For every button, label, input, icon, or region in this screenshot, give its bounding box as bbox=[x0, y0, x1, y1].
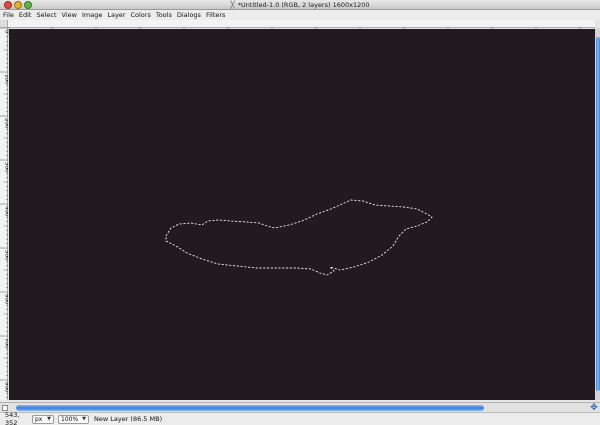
status-message: New Layer (86.5 MB) bbox=[94, 415, 163, 423]
zoom-select[interactable]: 100% ▼ bbox=[58, 414, 89, 424]
vertical-scrollbar-thumb[interactable] bbox=[595, 37, 600, 391]
chevron-down-icon: ▼ bbox=[82, 416, 86, 422]
menu-item-select[interactable]: Select bbox=[36, 10, 56, 20]
ruler-label: 100 bbox=[4, 74, 9, 85]
horizontal-scrollbar[interactable]: ✥ bbox=[0, 402, 600, 413]
window-title: *Untitled-1.0 (RGB, 2 layers) 1600x1200 bbox=[237, 1, 370, 9]
ruler-label: 200 bbox=[4, 118, 9, 129]
menu-item-edit[interactable]: Edit bbox=[19, 10, 32, 20]
gimp-window: ╳ *Untitled-1.0 (RGB, 2 layers) 1600x1200… bbox=[0, 0, 600, 425]
image-canvas[interactable] bbox=[9, 29, 595, 400]
title-bar: ╳ *Untitled-1.0 (RGB, 2 layers) 1600x1200 bbox=[0, 0, 600, 10]
status-bar: 543, 352 px ▼ 100% ▼ New Layer (86.5 MB) bbox=[0, 411, 600, 425]
zoom-value: 100% bbox=[61, 415, 79, 423]
horizontal-ruler[interactable]: 0100200300400500600700800900100011001200 bbox=[7, 20, 595, 35]
x11-icon: ╳ bbox=[230, 1, 235, 9]
ruler-label: 600 bbox=[4, 294, 9, 305]
menu-item-filters[interactable]: Filters bbox=[206, 10, 225, 20]
ruler-label: 0 bbox=[4, 30, 9, 34]
marching-ants-selection bbox=[165, 199, 433, 276]
vertical-ruler[interactable]: 0 100 200 300 400 500 600 700 800 bbox=[0, 27, 10, 400]
ruler-label: 500 bbox=[4, 250, 9, 261]
menu-item-image[interactable]: Image bbox=[82, 10, 102, 20]
chevron-down-icon: ▼ bbox=[47, 416, 51, 422]
menu-item-dialogs[interactable]: Dialogs bbox=[177, 10, 201, 20]
menu-bar: File Edit Select View Image Layer Colors Tools D… bbox=[0, 10, 600, 20]
menu-item-tools[interactable]: Tools bbox=[156, 10, 172, 20]
unit-select[interactable]: px ▼ bbox=[32, 414, 54, 424]
ruler-corner[interactable] bbox=[0, 20, 8, 28]
vertical-scrollbar[interactable] bbox=[595, 28, 600, 400]
ruler-label: 400 bbox=[4, 206, 9, 217]
menu-item-colors[interactable]: Colors bbox=[130, 10, 150, 20]
horizontal-scrollbar-thumb[interactable] bbox=[16, 405, 484, 411]
pointer-coordinates: 543, 352 bbox=[5, 411, 20, 425]
unit-value: px bbox=[35, 415, 43, 423]
ruler-label: 300 bbox=[4, 162, 9, 173]
ruler-label: 800 bbox=[4, 382, 9, 393]
window-title-container: ╳ *Untitled-1.0 (RGB, 2 layers) 1600x1200 bbox=[0, 0, 600, 10]
ruler-label: 700 bbox=[4, 338, 9, 349]
menu-item-file[interactable]: File bbox=[3, 10, 14, 20]
vertical-ruler-ticks: 0 100 200 300 400 500 600 700 800 bbox=[0, 27, 10, 398]
selection-outline bbox=[165, 199, 433, 276]
menu-item-layer[interactable]: Layer bbox=[107, 10, 125, 20]
menu-item-view[interactable]: View bbox=[62, 10, 77, 20]
